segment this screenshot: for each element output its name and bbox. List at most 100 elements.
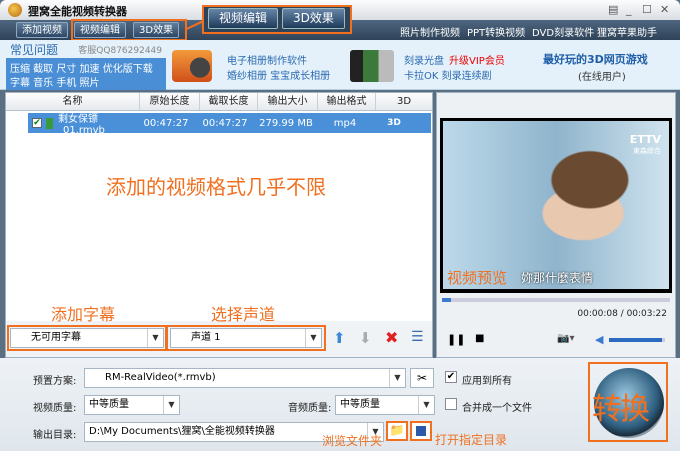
link-dvd-burn[interactable]: DVD刻录软件 — [532, 24, 594, 39]
album-software-icon[interactable] — [172, 50, 212, 82]
vip-upgrade-link[interactable]: 升级VIP会员 — [449, 52, 505, 67]
open-folder-icon — [416, 426, 426, 436]
output-format: mp4 — [333, 117, 357, 129]
col-cut-length[interactable]: 截取长度 — [200, 93, 258, 110]
chevron-down-icon: ▼ — [418, 396, 434, 414]
audio-value: 声道 1 — [191, 332, 221, 343]
stop-icon[interactable]: ■ — [475, 333, 484, 344]
ad1-line1[interactable]: 电子相册制作软件 — [227, 52, 307, 67]
subtitle-value: 无可用字幕 — [31, 332, 81, 343]
callout-edit-video: 视频编辑 — [208, 8, 279, 29]
audio-annotation: 选择声道 — [211, 305, 276, 324]
video-frame: ETTV 東森綜合 妳那什麼表情 视频预览 — [443, 121, 669, 289]
audio-quality-label: 音频质量: — [288, 403, 332, 414]
col-3d[interactable]: 3D — [376, 93, 432, 110]
ad3-line2: (在线用户) — [578, 72, 626, 83]
merge-label: 合并成一个文件 — [462, 403, 532, 414]
convert-label: 转换 — [592, 392, 650, 427]
move-up-icon[interactable]: ⬆ — [333, 329, 346, 347]
maximize-icon[interactable]: ☐ — [642, 3, 652, 16]
preset-settings-icon[interactable]: ✂ — [410, 368, 434, 388]
subtitle-annotation: 添加字幕 — [51, 305, 116, 324]
volume-icon[interactable]: ◀ — [595, 333, 603, 346]
output-size: 279.99 MB — [259, 117, 313, 129]
video-quality-value: 中等质量 — [89, 399, 129, 410]
video-quality-select[interactable]: 中等质量 ▼ — [84, 395, 180, 415]
faq-links-2[interactable]: 字幕 音乐 手机 照片 — [10, 74, 100, 89]
col-output-size[interactable]: 输出大小 — [258, 93, 318, 110]
preset-label: 预置方案: — [33, 376, 77, 387]
subtitle-select[interactable]: 无可用字幕 ▼ — [10, 328, 164, 348]
faq-panel: 常见问题 客服QQ876292449 压缩 截取 尺寸 加速 优化版下载 字幕 … — [6, 40, 166, 90]
file-list-panel: 名称 原始长度 截取长度 输出大小 输出格式 3D ✔ 剩女保镖_01.rmvb… — [5, 92, 433, 358]
close-icon[interactable]: ✕ — [660, 3, 669, 16]
table-row[interactable]: ✔ 剩女保镖_01.rmvb 00:47:27 00:47:27 279.99 … — [28, 113, 431, 136]
volume-slider[interactable] — [609, 338, 665, 342]
table-header: 名称 原始长度 截取长度 输出大小 输出格式 3D — [6, 93, 432, 111]
channel-logo: ETTV — [629, 133, 661, 146]
faq-links-1[interactable]: 压缩 截取 尺寸 加速 优化版下载 — [10, 60, 153, 75]
video-file-icon — [46, 117, 53, 129]
minimize-icon[interactable]: _ — [626, 3, 632, 16]
file-name: 剩女保镖_01.rmvb — [58, 114, 105, 136]
callout-3d-effect: 3D效果 — [282, 8, 345, 29]
chevron-down-icon: ▼ — [163, 396, 179, 414]
video-subtitle: 妳那什麼表情 — [521, 271, 594, 285]
ad2-line2[interactable]: 卡拉OK 刻录连续剧 — [404, 67, 492, 82]
open-annotation: 打开指定目录 — [435, 433, 508, 447]
3d-effect-button[interactable]: 3D效果 — [133, 22, 180, 38]
preset-value: RM-RealVideo(*.rmvb) — [105, 372, 216, 383]
ad2-line1[interactable]: 刻录光盘 — [404, 52, 444, 67]
browse-folder-icon[interactable]: 📁 — [386, 421, 408, 441]
link-ppt-video[interactable]: PPT转换视频 — [467, 24, 525, 39]
app-logo-icon — [8, 3, 22, 17]
row-checkbox[interactable]: ✔ — [32, 118, 42, 128]
video-screen[interactable]: ETTV 東森綜合 妳那什麼表情 视频预览 — [440, 118, 672, 293]
apply-all-checkbox[interactable]: ✔ — [445, 371, 457, 383]
ad1-line2[interactable]: 婚纱相册 宝宝成长相册 — [227, 67, 330, 82]
link-apple-helper[interactable]: 狸窝苹果助手 — [597, 24, 657, 39]
preview-panel: ETTV 東森綜合 妳那什麼表情 视频预览 00:00:08 / 00:03:2… — [436, 92, 676, 358]
edit-video-button[interactable]: 视频编辑 — [74, 22, 126, 38]
audio-quality-value: 中等质量 — [340, 399, 380, 410]
video-quality-label: 视频质量: — [33, 403, 77, 414]
audio-track-select[interactable]: 声道 1 ▼ — [170, 328, 322, 348]
delete-icon[interactable]: ✖ — [385, 328, 398, 347]
open-directory-button[interactable] — [410, 421, 432, 441]
pause-icon[interactable]: ❚❚ — [447, 333, 465, 346]
preset-select[interactable]: RM-RealVideo(*.rmvb) ▼ — [84, 368, 406, 388]
chevron-down-icon: ▼ — [389, 369, 405, 387]
audio-quality-select[interactable]: 中等质量 ▼ — [335, 395, 435, 415]
preview-annotation: 视频预览 — [447, 269, 508, 287]
chevron-down-icon: ▼ — [147, 329, 163, 347]
merge-checkbox[interactable] — [445, 398, 457, 410]
link-photo-video[interactable]: 照片制作视频 — [400, 24, 460, 39]
add-video-button[interactable]: 添加视频 — [16, 22, 68, 38]
output-dir-label: 输出目录: — [33, 430, 77, 441]
ad3-line1[interactable]: 最好玩的3D网页游戏 — [543, 51, 648, 67]
menu-icon[interactable]: ▤ — [608, 3, 618, 16]
col-output-format[interactable]: 输出格式 — [318, 93, 376, 110]
convert-button[interactable]: 转换 — [588, 362, 668, 442]
app-title: 狸窝全能视频转换器 — [28, 5, 127, 18]
channel-name: 東森綜合 — [633, 147, 661, 155]
output-dir-value: D:\My Documents\狸窝\全能视频转换器 — [89, 426, 275, 437]
table-body: ✔ 剩女保镖_01.rmvb 00:47:27 00:47:27 279.99 … — [6, 111, 432, 324]
move-down-icon[interactable]: ⬇ — [359, 329, 372, 347]
chevron-down-icon: ▼ — [305, 329, 321, 347]
col-name[interactable]: 名称 — [6, 93, 140, 110]
apply-all-label: 应用到所有 — [462, 376, 512, 387]
3d-icon[interactable]: 3D — [374, 118, 414, 128]
orig-length: 00:47:27 — [143, 117, 189, 129]
dvd-burn-icon[interactable] — [350, 50, 394, 82]
formats-annotation: 添加的视频格式几乎不限 — [106, 175, 326, 199]
time-display: 00:00:08 / 00:03:22 — [577, 309, 667, 319]
clear-list-icon[interactable]: ☰ — [411, 329, 424, 345]
col-orig-length[interactable]: 原始长度 — [140, 93, 200, 110]
settings-panel: 预置方案: RM-RealVideo(*.rmvb) ▼ ✂ ✔ 应用到所有 视频… — [0, 358, 680, 451]
browse-annotation: 浏览文件夹 — [322, 434, 383, 448]
support-qq: 客服QQ876292449 — [78, 46, 162, 56]
cut-length: 00:47:27 — [202, 117, 248, 129]
seek-slider[interactable] — [442, 298, 670, 302]
snapshot-icon[interactable]: 📷▾ — [557, 333, 574, 344]
